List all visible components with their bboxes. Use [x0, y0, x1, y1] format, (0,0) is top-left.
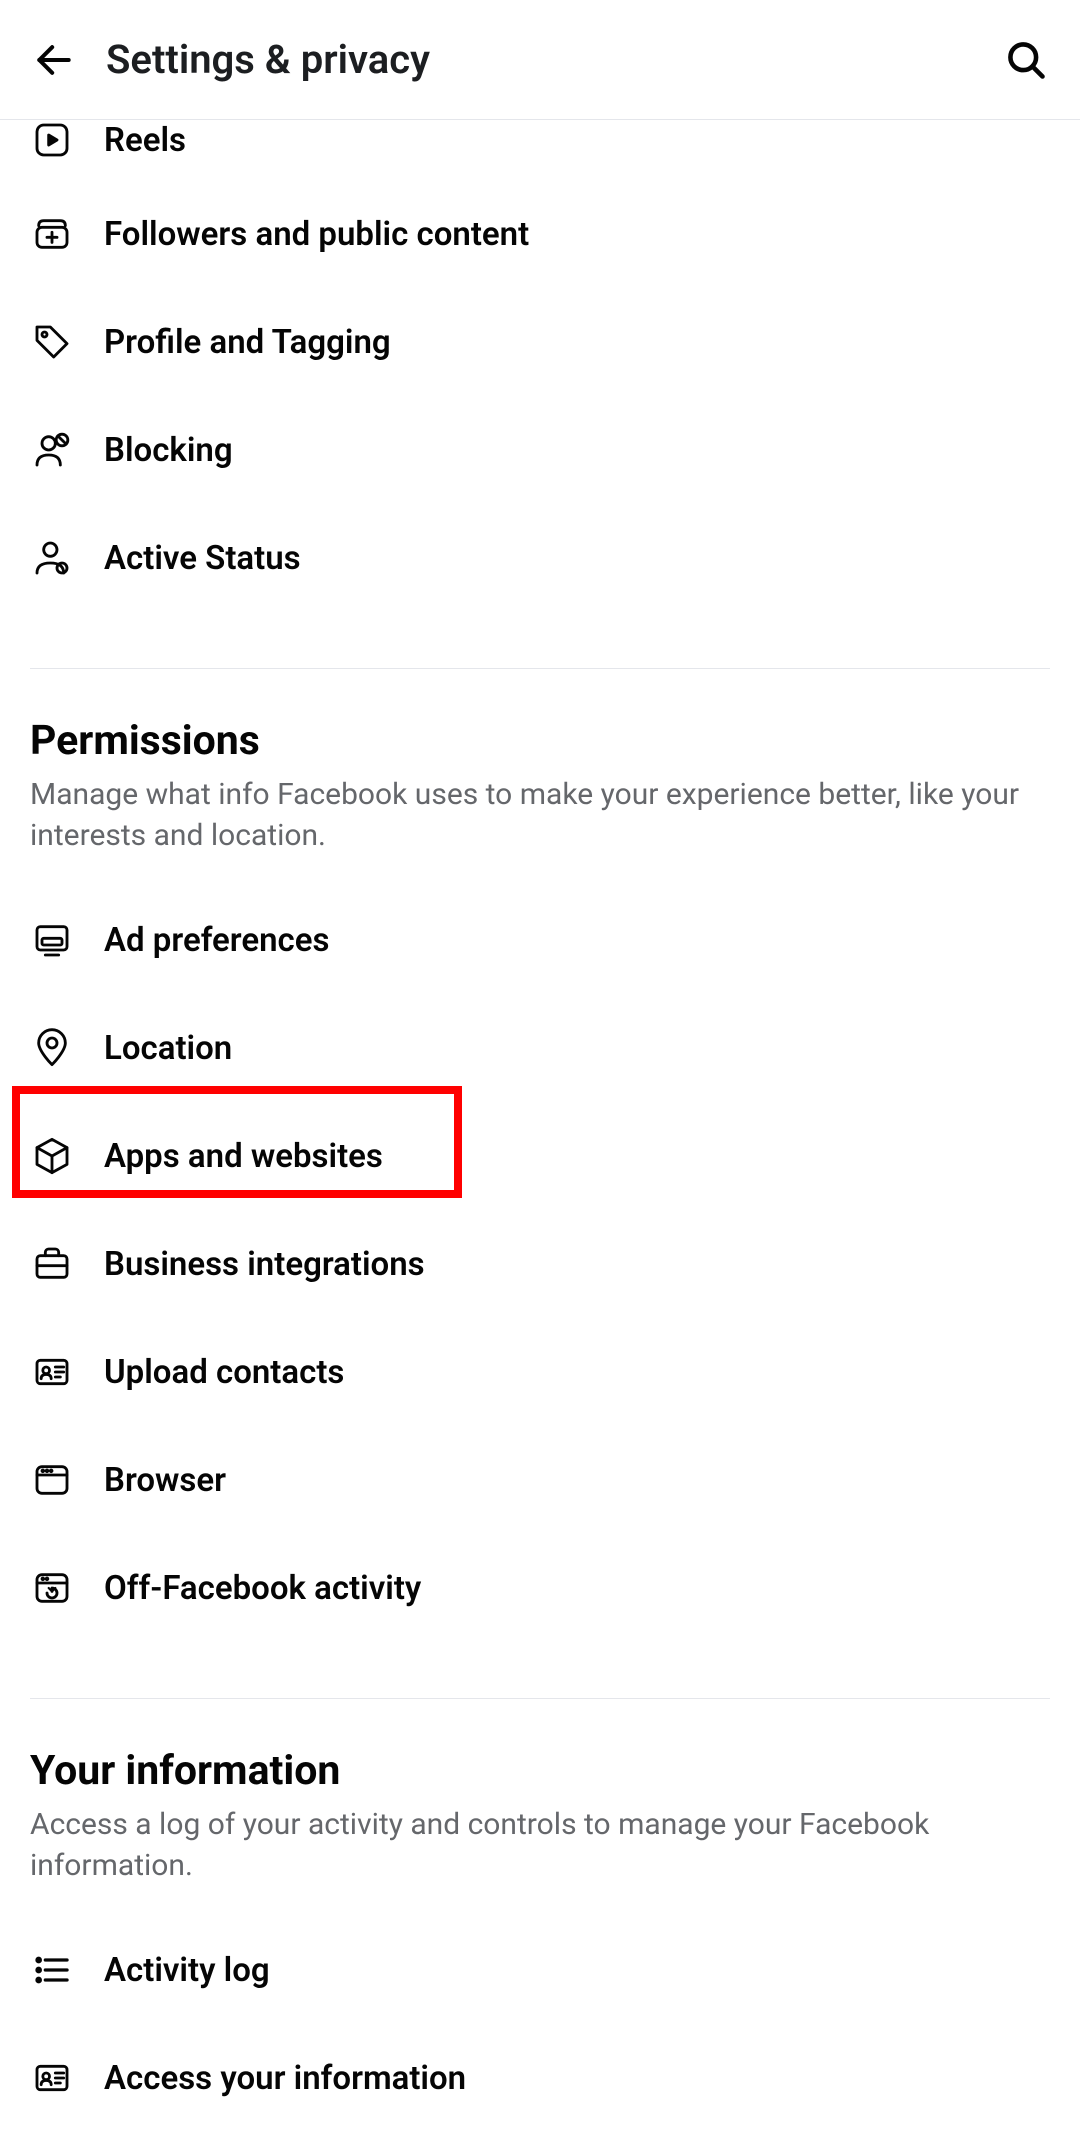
settings-item-profile-tagging[interactable]: Profile and Tagging	[30, 288, 1050, 396]
settings-item-label: Blocking	[104, 431, 233, 470]
settings-item-location[interactable]: Location	[30, 994, 1050, 1102]
settings-item-off-facebook[interactable]: Off-Facebook activity	[30, 1534, 1050, 1642]
section-description: Access a log of your activity and contro…	[30, 1805, 1050, 1886]
settings-item-label: Followers and public content	[104, 215, 529, 254]
settings-item-apps-websites[interactable]: Apps and websites	[30, 1102, 1050, 1210]
settings-item-browser[interactable]: Browser	[30, 1426, 1050, 1534]
section-title: Your information	[30, 1747, 1050, 1795]
contacts-icon	[30, 1350, 74, 1394]
active-status-icon	[30, 536, 74, 580]
cube-icon	[30, 1134, 74, 1178]
section-title: Permissions	[30, 717, 1050, 765]
settings-item-active-status[interactable]: Active Status	[30, 504, 1050, 612]
settings-item-label: Off-Facebook activity	[104, 1569, 421, 1608]
settings-item-reels[interactable]: Reels	[30, 100, 1050, 180]
settings-item-business-integrations[interactable]: Business integrations	[30, 1210, 1050, 1318]
off-facebook-icon	[30, 1566, 74, 1610]
blocking-icon	[30, 428, 74, 472]
followers-icon	[30, 212, 74, 256]
section-description: Manage what info Facebook uses to make y…	[30, 775, 1050, 856]
back-button[interactable]	[30, 36, 78, 84]
search-button[interactable]	[1002, 36, 1050, 84]
location-icon	[30, 1026, 74, 1070]
reels-icon	[30, 118, 74, 162]
settings-item-activity-log[interactable]: Activity log	[30, 1916, 1050, 2024]
ad-icon	[30, 918, 74, 962]
your-information-items: Activity log Access your information	[30, 1886, 1050, 2132]
settings-item-label: Upload contacts	[104, 1353, 344, 1392]
settings-item-label: Business integrations	[104, 1245, 425, 1284]
permissions-items: Ad preferences Location Apps and website…	[30, 856, 1050, 1642]
settings-item-label: Browser	[104, 1461, 226, 1500]
activity-log-icon	[30, 1948, 74, 1992]
settings-item-label: Ad preferences	[104, 921, 330, 960]
settings-item-label: Location	[104, 1029, 232, 1068]
your-information-header: Your information Access a log of your ac…	[30, 1699, 1050, 1886]
briefcase-icon	[30, 1242, 74, 1286]
search-icon	[1004, 38, 1048, 82]
arrow-left-icon	[32, 38, 76, 82]
settings-item-label: Apps and websites	[104, 1137, 383, 1176]
settings-item-followers[interactable]: Followers and public content	[30, 180, 1050, 288]
access-info-icon	[30, 2056, 74, 2100]
settings-item-label: Active Status	[104, 539, 301, 578]
audience-items: Reels Followers and public content Profi…	[30, 100, 1050, 612]
browser-icon	[30, 1458, 74, 1502]
settings-item-label: Profile and Tagging	[104, 323, 391, 362]
permissions-header: Permissions Manage what info Facebook us…	[30, 669, 1050, 856]
settings-item-access-info[interactable]: Access your information	[30, 2024, 1050, 2132]
settings-item-blocking[interactable]: Blocking	[30, 396, 1050, 504]
settings-item-label: Access your information	[104, 2059, 466, 2098]
settings-item-upload-contacts[interactable]: Upload contacts	[30, 1318, 1050, 1426]
page-title: Settings & privacy	[106, 36, 1002, 83]
settings-item-label: Reels	[104, 121, 186, 160]
settings-item-ad-preferences[interactable]: Ad preferences	[30, 886, 1050, 994]
tag-icon	[30, 320, 74, 364]
settings-item-label: Activity log	[104, 1951, 270, 1990]
